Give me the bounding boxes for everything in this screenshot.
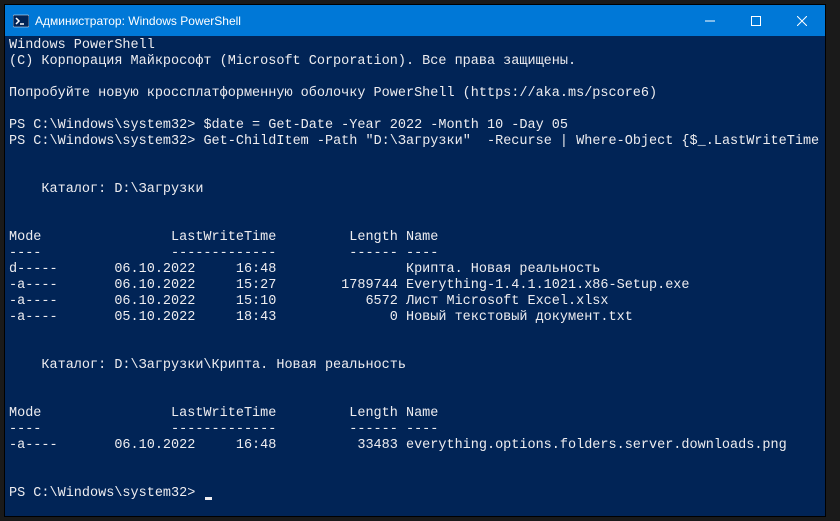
blank-line <box>9 150 821 166</box>
table-row: -a---- 06.10.2022 15:10 6572 Лист Micros… <box>9 294 821 310</box>
blank-line <box>9 454 821 470</box>
command-line-1: PS C:\Windows\system32> $date = Get-Date… <box>9 118 821 134</box>
maximize-button[interactable] <box>733 5 779 36</box>
command-line-2: PS C:\Windows\system32> Get-ChildItem -P… <box>9 134 821 150</box>
table-divider: ---- ------------- ------ ---- <box>9 246 821 262</box>
blank-line <box>9 214 821 230</box>
terminal-area[interactable]: Windows PowerShell(C) Корпорация Майкрос… <box>5 36 825 516</box>
close-button[interactable] <box>779 5 825 36</box>
blank-line <box>9 102 821 118</box>
blank-line <box>9 342 821 358</box>
command-text: $date = Get-Date -Year 2022 -Month 10 -D… <box>203 118 568 133</box>
command-text: Get-ChildItem -Path "D:\Загрузки" -Recur… <box>203 134 825 149</box>
window-controls <box>687 5 825 36</box>
prompt: PS C:\Windows\system32> <box>9 118 195 133</box>
powershell-window: Администратор: Windows PowerShell Window… <box>5 5 825 516</box>
header-line: Windows PowerShell <box>9 38 821 54</box>
powershell-icon <box>13 13 29 29</box>
blank-line <box>9 70 821 86</box>
blank-line <box>9 198 821 214</box>
prompt: PS C:\Windows\system32> <box>9 486 195 501</box>
blank-line <box>9 470 821 486</box>
table-header: Mode LastWriteTime Length Name <box>9 230 821 246</box>
table-row: -a---- 06.10.2022 16:48 33483 everything… <box>9 438 821 454</box>
blank-line <box>9 374 821 390</box>
table-divider: ---- ------------- ------ ---- <box>9 422 821 438</box>
catalog-header: Каталог: D:\Загрузки <box>9 182 821 198</box>
titlebar[interactable]: Администратор: Windows PowerShell <box>5 5 825 36</box>
copyright-line: (C) Корпорация Майкрософт (Microsoft Cor… <box>9 54 821 70</box>
table-row: -a---- 06.10.2022 15:27 1789744 Everythi… <box>9 278 821 294</box>
minimize-button[interactable] <box>687 5 733 36</box>
catalog-header: Каталог: D:\Загрузки\Крипта. Новая реаль… <box>9 358 821 374</box>
try-powershell-line: Попробуйте новую кроссплатформенную обол… <box>9 86 821 102</box>
blank-line <box>9 166 821 182</box>
table-header: Mode LastWriteTime Length Name <box>9 406 821 422</box>
window-title: Администратор: Windows PowerShell <box>35 14 687 28</box>
prompt-cursor-line: PS C:\Windows\system32> <box>9 486 821 502</box>
table-row: -a---- 05.10.2022 18:43 0 Новый текстовы… <box>9 310 821 326</box>
cursor <box>205 497 212 500</box>
blank-line <box>9 326 821 342</box>
table-row: d----- 06.10.2022 16:48 Крипта. Новая ре… <box>9 262 821 278</box>
blank-line <box>9 390 821 406</box>
prompt: PS C:\Windows\system32> <box>9 134 195 149</box>
